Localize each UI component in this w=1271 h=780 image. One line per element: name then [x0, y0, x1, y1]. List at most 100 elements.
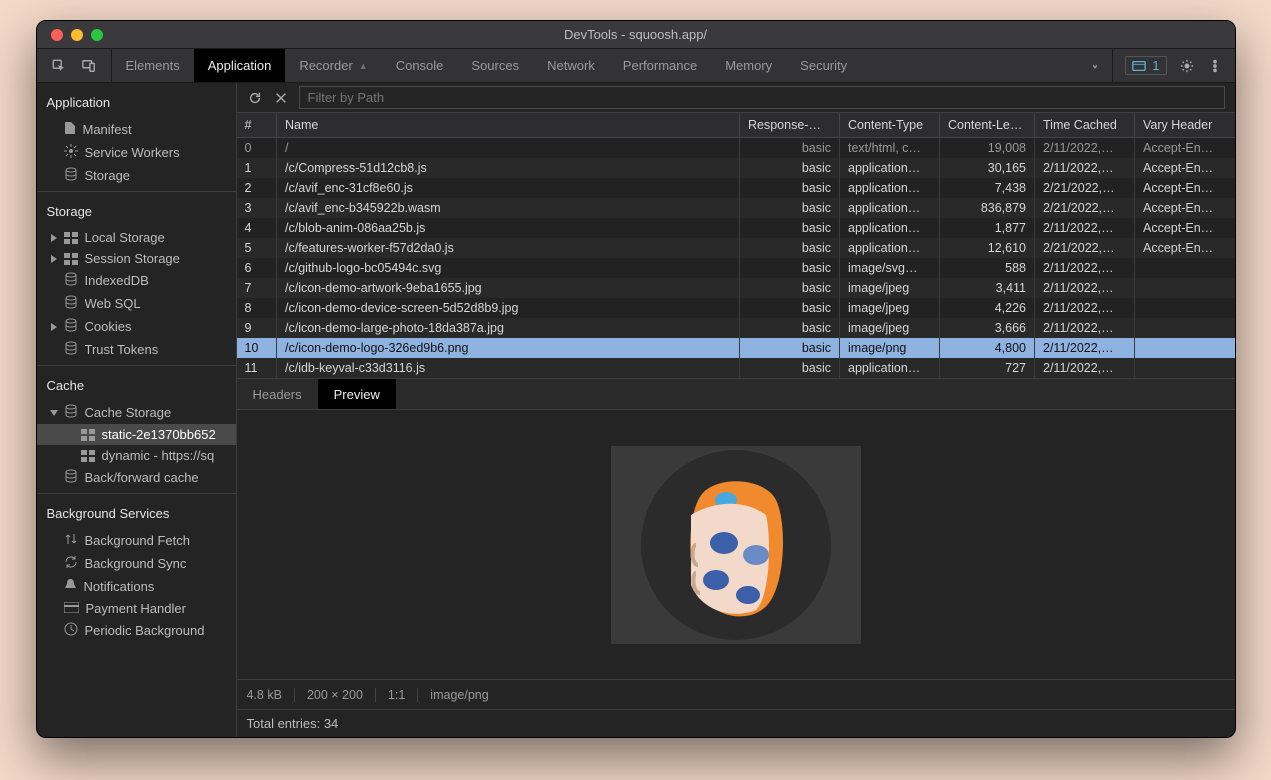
sidebar-storage-item-4[interactable]: Cookies	[37, 315, 236, 338]
cell	[1135, 278, 1235, 298]
cell: basic	[740, 218, 840, 238]
tab-memory[interactable]: Memory	[711, 49, 786, 82]
sidebar-application-label: Service Workers	[85, 145, 180, 160]
database-icon	[64, 469, 78, 486]
col-2[interactable]: Response-…	[740, 113, 840, 138]
table-row[interactable]: 11/c/idb-keyval-c33d3116.jsbasicapplicat…	[237, 358, 1235, 378]
sidebar-background-item-3[interactable]: Payment Handler	[37, 598, 236, 619]
sidebar-cache-item-2[interactable]: dynamic - https://sq	[37, 445, 236, 466]
sidebar-storage-item-5[interactable]: Trust Tokens	[37, 338, 236, 361]
sidebar-application-label: Storage	[85, 168, 131, 183]
table-row[interactable]: 5/c/features-worker-f57d2da0.jsbasicappl…	[237, 238, 1235, 258]
panel-title-background: Background Services	[37, 502, 236, 529]
database-icon	[64, 167, 78, 184]
minimize-icon[interactable]	[71, 29, 83, 41]
sidebar-cache-item-3[interactable]: Back/forward cache	[37, 466, 236, 489]
database-icon	[64, 318, 78, 335]
gear-icon	[64, 144, 78, 161]
settings-icon[interactable]	[1179, 58, 1195, 74]
cell: 2	[237, 178, 277, 198]
table-row[interactable]: 3/c/avif_enc-b345922b.wasmbasicapplicati…	[237, 198, 1235, 218]
more-tabs-icon[interactable]	[1078, 49, 1112, 82]
bell-icon	[64, 578, 77, 595]
tab-performance[interactable]: Performance	[609, 49, 711, 82]
col-4[interactable]: Content-Le…	[940, 113, 1035, 138]
tab-sources[interactable]: Sources	[457, 49, 533, 82]
table-row[interactable]: 9/c/icon-demo-large-photo-18da387a.jpgba…	[237, 318, 1235, 338]
cell: 9	[237, 318, 277, 338]
cell: /c/icon-demo-device-screen-5d52d8b9.jpg	[277, 298, 740, 318]
sidebar-storage-item-2[interactable]: IndexedDB	[37, 269, 236, 292]
cell: /c/icon-demo-artwork-9eba1655.jpg	[277, 278, 740, 298]
sidebar-cache-item-1[interactable]: static-2e1370bb652	[37, 424, 236, 445]
table-row[interactable]: 10/c/icon-demo-logo-326ed9b6.pngbasicima…	[237, 338, 1235, 358]
maximize-icon[interactable]	[91, 29, 103, 41]
cell: 12,610	[940, 238, 1035, 258]
cache-entries-table: #NameResponse-…Content-TypeContent-Le…Ti…	[237, 113, 1235, 378]
sidebar-storage-item-1[interactable]: Session Storage	[37, 248, 236, 269]
panel-title-storage: Storage	[37, 200, 236, 227]
cell: 2/11/2022,…	[1035, 298, 1135, 318]
sidebar-background-item-4[interactable]: Periodic Background	[37, 619, 236, 642]
refresh-icon[interactable]	[247, 90, 263, 106]
cell: Accept-En…	[1135, 198, 1235, 218]
sidebar-background-item-1[interactable]: Background Sync	[37, 552, 236, 575]
tab-console[interactable]: Console	[382, 49, 458, 82]
col-3[interactable]: Content-Type	[840, 113, 940, 138]
tab-application[interactable]: Application	[194, 49, 286, 82]
tab-headers[interactable]: Headers	[237, 379, 318, 409]
cell: /c/idb-keyval-c33d3116.js	[277, 358, 740, 378]
tab-elements[interactable]: Elements	[112, 49, 194, 82]
inspect-icon[interactable]	[51, 58, 67, 74]
sidebar-application-item-0[interactable]: Manifest	[37, 118, 236, 141]
device-toggle-icon[interactable]	[81, 58, 97, 74]
database-icon	[64, 295, 78, 312]
sidebar-background-item-2[interactable]: Notifications	[37, 575, 236, 598]
cell: 2/11/2022,…	[1035, 158, 1135, 178]
sidebar-cache-label: Cache Storage	[85, 405, 172, 420]
col-5[interactable]: Time Cached	[1035, 113, 1135, 138]
table-row[interactable]: 7/c/icon-demo-artwork-9eba1655.jpgbasici…	[237, 278, 1235, 298]
sidebar-cache-item-0[interactable]: Cache Storage	[37, 401, 236, 424]
preview-dimensions: 200 × 200	[295, 688, 376, 702]
close-icon[interactable]	[51, 29, 63, 41]
issues-badge[interactable]: 1	[1125, 56, 1166, 75]
tab-preview[interactable]: Preview	[318, 379, 396, 409]
kebab-menu-icon[interactable]	[1207, 58, 1223, 74]
tab-recorder[interactable]: Recorder ▲	[285, 49, 381, 82]
cell: basic	[740, 178, 840, 198]
col-0[interactable]: #	[237, 113, 277, 138]
sidebar-storage-label: IndexedDB	[85, 273, 149, 288]
tab-network[interactable]: Network	[533, 49, 609, 82]
table-row[interactable]: 8/c/icon-demo-device-screen-5d52d8b9.jpg…	[237, 298, 1235, 318]
filter-input[interactable]	[299, 86, 1225, 109]
tab-security[interactable]: Security	[786, 49, 861, 82]
clear-icon[interactable]	[273, 90, 289, 106]
col-1[interactable]: Name	[277, 113, 740, 138]
sidebar-background-label: Background Sync	[85, 556, 187, 571]
table-row[interactable]: 1/c/Compress-51d12cb8.jsbasicapplication…	[237, 158, 1235, 178]
cell: basic	[740, 338, 840, 358]
cell: /c/icon-demo-large-photo-18da387a.jpg	[277, 318, 740, 338]
sidebar-storage-item-3[interactable]: Web SQL	[37, 292, 236, 315]
cell: 1	[237, 158, 277, 178]
cell: application…	[840, 218, 940, 238]
col-6[interactable]: Vary Header	[1135, 113, 1235, 138]
sidebar-background-item-0[interactable]: Background Fetch	[37, 529, 236, 552]
table-row[interactable]: 4/c/blob-anim-086aa25b.jsbasicapplicatio…	[237, 218, 1235, 238]
cell: 11	[237, 358, 277, 378]
cell: 2/21/2022,…	[1035, 178, 1135, 198]
sidebar-application-item-1[interactable]: Service Workers	[37, 141, 236, 164]
sidebar-application-item-2[interactable]: Storage	[37, 164, 236, 187]
sidebar-cache-label: dynamic - https://sq	[102, 448, 215, 463]
table-row[interactable]: 0/basictext/html, c…19,0082/11/2022,…Acc…	[237, 138, 1235, 159]
cell: 3,666	[940, 318, 1035, 338]
disclosure-arrow-icon	[51, 323, 57, 331]
table-row[interactable]: 2/c/avif_enc-31cf8e60.jsbasicapplication…	[237, 178, 1235, 198]
table-row[interactable]: 6/c/github-logo-bc05494c.svgbasicimage/s…	[237, 258, 1235, 278]
cell: 2/11/2022,…	[1035, 338, 1135, 358]
window-controls	[37, 29, 103, 41]
sidebar-storage-item-0[interactable]: Local Storage	[37, 227, 236, 248]
cell: 836,879	[940, 198, 1035, 218]
flask-icon: ▲	[359, 61, 368, 71]
